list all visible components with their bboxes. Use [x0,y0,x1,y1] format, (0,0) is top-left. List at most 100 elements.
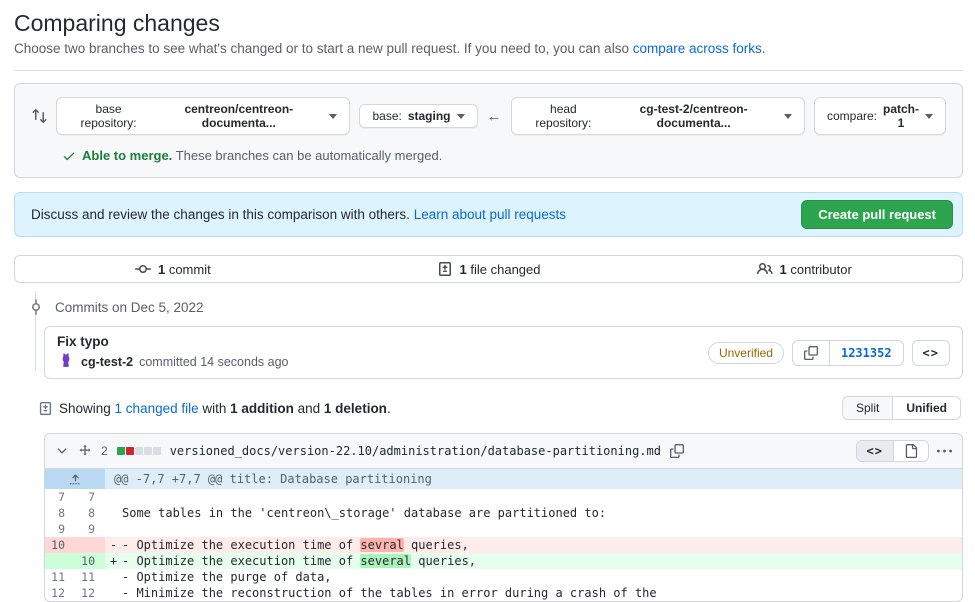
code-cell: +- Optimize the execution time of severa… [105,553,962,569]
additions-count: 1 addition [230,401,294,416]
chevron-down-icon [784,114,792,123]
changed-files-summary: Showing 1 changed file with 1 addition a… [38,396,963,420]
commit-dot-icon [26,299,46,315]
diff-sign [105,585,122,601]
code-icon: <> [867,444,883,458]
new-line-number[interactable] [75,537,105,553]
copy-icon [804,346,818,360]
compare-branch-select[interactable]: compare:patch-1 [814,97,946,135]
diff-line-hunk: @@ -7,7 +7,7 @@ title: Database partitio… [45,469,962,489]
new-line-number[interactable]: 8 [75,505,105,521]
people-icon [757,261,773,277]
diff-table: @@ -7,7 +7,7 @@ title: Database partitio… [45,469,962,601]
head-repository-select[interactable]: head repository:cg-test-2/centreon-docum… [511,97,805,135]
file-diff-icon [38,401,53,416]
expand-up-icon[interactable] [45,469,105,489]
diff-file-header: 2 versioned_docs/version-22.10/administr… [45,434,962,469]
new-line-number[interactable]: 7 [75,489,105,505]
commits-stat[interactable]: 1 commit [15,261,331,277]
diff-file-path[interactable]: versioned_docs/version-22.10/administrat… [170,444,661,458]
browse-code-button[interactable]: <> [912,340,950,366]
learn-about-pull-requests-link[interactable]: Learn about pull requests [414,207,566,222]
commit-sha-link[interactable]: 1231352 [829,341,903,365]
new-line-number[interactable]: 11 [75,569,105,585]
compare-across-forks-link[interactable]: compare across forks [633,41,762,56]
code-cell [105,521,962,537]
commits-timeline: Commits on Dec 5, 2022 Fix typo cg-test-… [14,297,963,379]
base-repository-select[interactable]: base repository:centreon/centreon-docume… [56,97,350,135]
avatar[interactable] [57,353,75,371]
comparing-changes-page: Comparing changes Choose two branches to… [0,0,975,602]
merge-status-title: Able to merge. [82,148,172,163]
branch-compare-box: base repository:centreon/centreon-docume… [14,83,963,178]
old-line-number[interactable]: 12 [45,585,75,601]
drag-handle-icon[interactable] [78,444,92,458]
commit-author-link[interactable]: cg-test-2 [81,355,133,369]
diff-square-neutral [135,447,143,455]
commit-message-link[interactable]: Fix typo [57,334,288,349]
code-content [122,522,129,536]
diff-square-deleted [126,447,134,455]
code-cell: - Optimize the purge of data, [105,569,962,585]
old-line-number[interactable]: 9 [45,521,75,537]
chevron-down-icon [329,114,337,123]
kebab-menu-icon[interactable] [937,444,952,459]
code-content [122,490,129,504]
diff-table-body: @@ -7,7 +7,7 @@ title: Database partitio… [45,469,962,601]
files-changed-label: file changed [470,262,540,277]
diff-view-toggle: Split Unified [842,396,961,420]
rich-view-button[interactable] [893,441,928,461]
merge-status: Able to merge. These branches can be aut… [62,148,946,163]
subtitle-period: . [762,41,766,56]
file-icon [904,444,918,458]
old-line-number[interactable] [45,553,75,569]
code-cell [105,489,962,505]
summary-text: Showing 1 changed file with 1 addition a… [59,401,391,416]
diff-square-neutral [153,447,161,455]
source-view-button[interactable]: <> [857,441,893,461]
deletions-count: 1 deletion [324,401,387,416]
copy-sha-button[interactable] [793,341,829,365]
diff-line-context: 1111 - Optimize the purge of data, [45,569,962,585]
commits-label: commit [169,262,211,277]
diff-line-del: 10-- Optimize the execution time of sevr… [45,537,962,553]
contributors-stat[interactable]: 1 contributor [646,261,962,277]
pull-request-banner: Discuss and review the changes in this c… [14,192,963,237]
changed-file-link[interactable]: 1 changed file [115,401,199,416]
commit-time: committed 14 seconds ago [139,355,288,369]
base-branch-select[interactable]: base:staging [359,104,477,128]
old-line-number[interactable]: 11 [45,569,75,585]
old-line-number[interactable]: 8 [45,505,75,521]
base-branch-label: base: [372,109,401,123]
copy-icon[interactable] [670,444,684,458]
new-line-number[interactable]: 9 [75,521,105,537]
split-view-button[interactable]: Split [843,397,892,419]
commit-info: Fix typo cg-test-2 committed 14 seconds … [57,334,288,371]
chevron-down-icon[interactable] [55,444,69,458]
commit-sha: 1231352 [841,346,892,360]
left-arrow-icon: ← [487,108,502,125]
commit-sha-group: 1231352 [792,340,904,366]
diff-stat-squares [117,447,161,455]
old-line-number[interactable]: 7 [45,489,75,505]
arrow-switch-icon [31,108,47,124]
page-title: Comparing changes [14,10,963,37]
new-line-number[interactable]: 10 [75,553,105,569]
comparison-stats-bar: 1 commit 1 file changed 1 contributor [14,255,963,283]
commit-row: Fix typo cg-test-2 committed 14 seconds … [44,326,963,379]
new-line-number[interactable]: 12 [75,585,105,601]
commits-date-heading: Commits on Dec 5, 2022 [14,297,963,317]
files-changed-stat[interactable]: 1 file changed [331,261,647,277]
unverified-badge[interactable]: Unverified [708,342,784,364]
diff-square-neutral [144,447,152,455]
commits-date-label: Commits on Dec 5, 2022 [55,300,204,315]
file-diff-icon [437,261,453,277]
word-highlight: sevral [360,538,403,552]
unified-view-button[interactable]: Unified [892,397,960,419]
commit-icon [135,261,151,277]
diff-sign [105,521,122,537]
head-repository-value: cg-test-2/centreon-documenta... [609,102,778,130]
old-line-number[interactable]: 10 [45,537,75,553]
create-pull-request-button[interactable]: Create pull request [801,200,953,229]
commits-count: 1 [158,262,165,277]
